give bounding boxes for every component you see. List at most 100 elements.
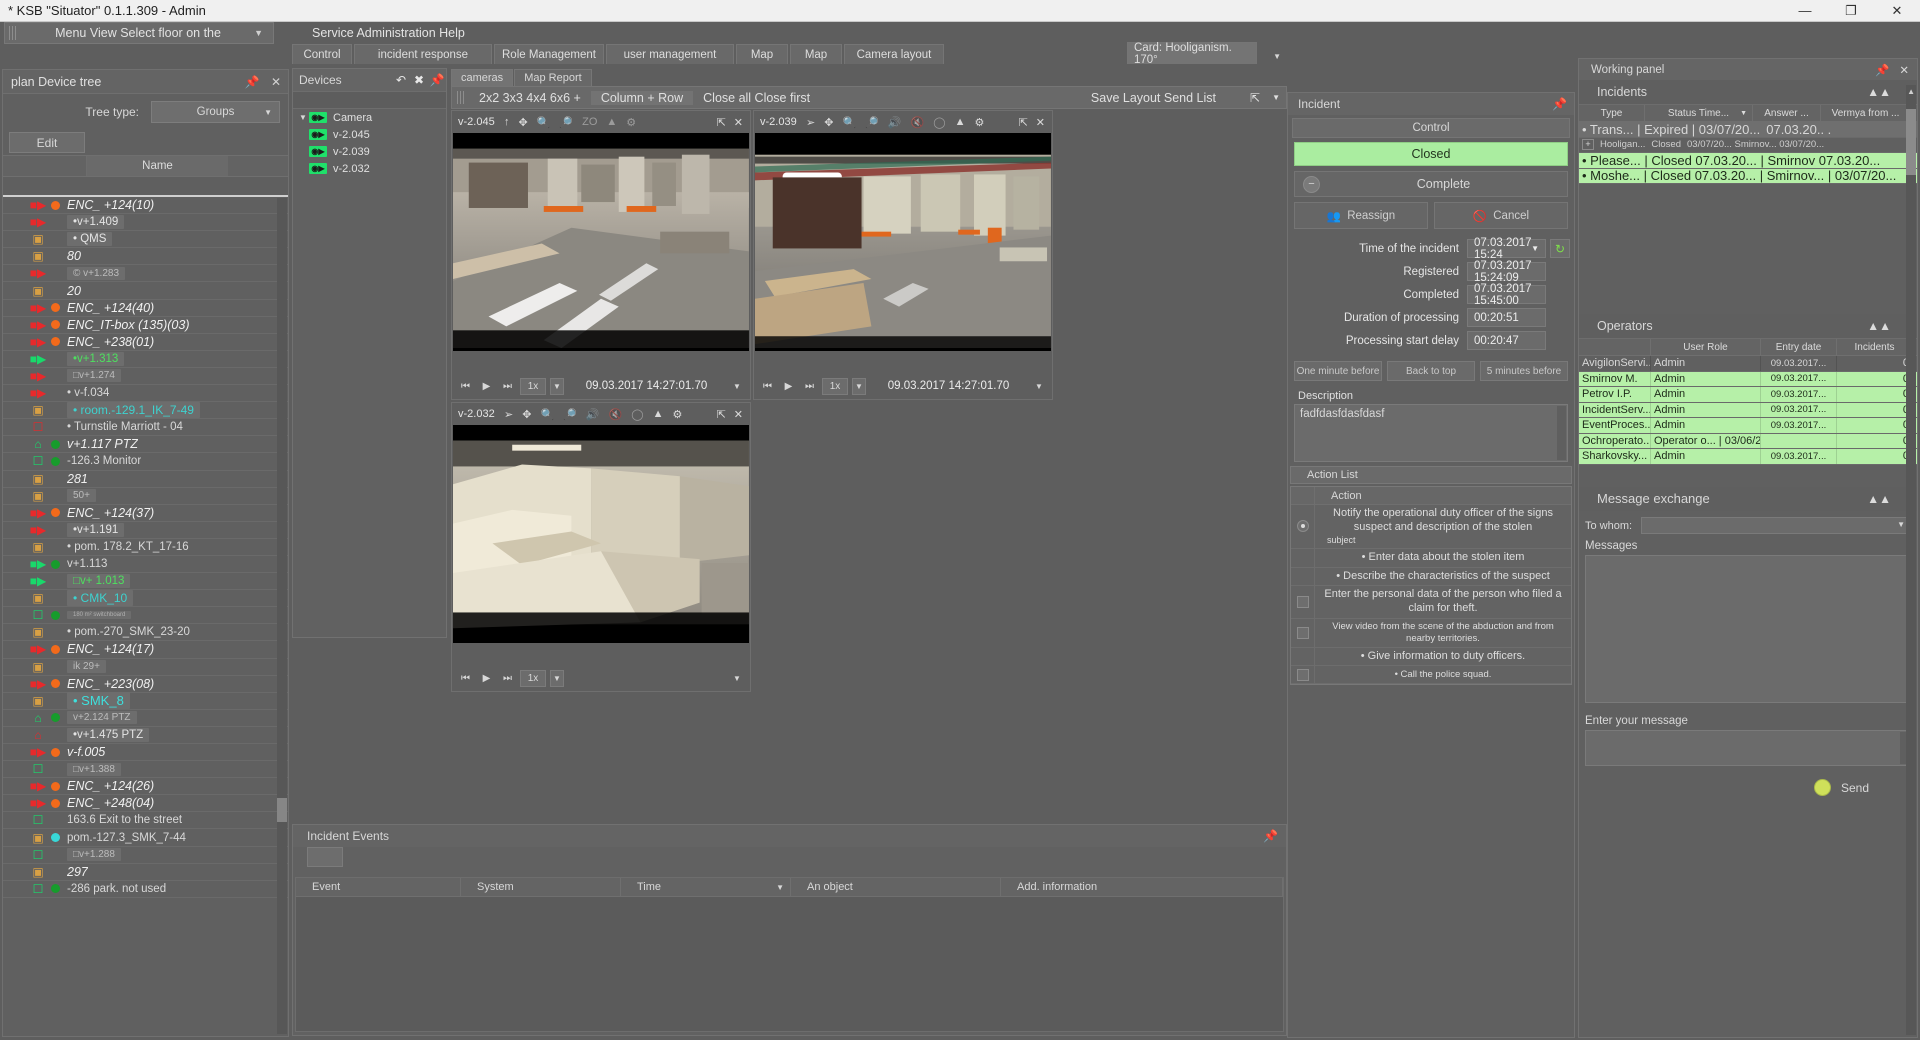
tree-row[interactable]: ■▶ENC_ +124(10) xyxy=(3,197,288,214)
chevron-down-icon[interactable]: ▼ xyxy=(550,670,564,687)
speaker-icon[interactable]: 🔊 xyxy=(586,408,600,421)
quick-time-button[interactable]: One minute before xyxy=(1294,361,1382,381)
skip-back-icon[interactable]: ⏮ xyxy=(759,378,776,395)
speed-value-3[interactable]: 1x xyxy=(520,670,546,687)
drag-grip-icon[interactable] xyxy=(9,26,18,40)
tree-row[interactable]: ▣• room.-129.1_IK_7-49 xyxy=(3,402,288,419)
tree-row[interactable]: ☐□v+1.388 xyxy=(3,761,288,778)
layout-presets-button[interactable]: 2x2 3x3 4x4 6x6 + xyxy=(469,91,591,105)
column-header[interactable]: Event xyxy=(296,878,461,896)
action-row[interactable]: Enter the personal data of the person wh… xyxy=(1291,586,1571,619)
expand-icon[interactable]: + xyxy=(1582,139,1594,150)
skip-forward-icon[interactable]: ⏭ xyxy=(499,378,516,395)
menu-left-group[interactable]: Menu View Select floor on the ▼ xyxy=(4,22,274,44)
tab-map[interactable]: Map xyxy=(736,44,788,64)
maximize-button[interactable]: ❐ xyxy=(1828,0,1874,22)
chevron-down-icon[interactable]: ▼ xyxy=(729,674,745,683)
drag-grip-icon[interactable] xyxy=(457,91,464,104)
column-header[interactable]: Answer ... xyxy=(1753,105,1821,121)
cursor-icon[interactable]: ➢ xyxy=(504,408,513,421)
tree-row[interactable]: ■▶ENC_ +223(08) xyxy=(3,676,288,693)
tree-row[interactable]: ■▶ENC_ +124(40) xyxy=(3,300,288,317)
tree-row[interactable]: ■▶ENC_ +124(26) xyxy=(3,778,288,795)
tree-row[interactable]: ▣80 xyxy=(3,248,288,265)
close-all-button[interactable]: Close all Close first xyxy=(693,91,820,105)
zo-label[interactable]: ZO xyxy=(582,116,597,128)
tree-row[interactable]: ■▶□v+1.274 xyxy=(3,368,288,385)
camera-tabbar[interactable]: camerasMap Report xyxy=(451,68,1287,86)
tab-map[interactable]: Map xyxy=(790,44,842,64)
devices-list[interactable]: ◉▶v-2.045◉▶v-2.039◉▶v-2.032 xyxy=(293,126,446,177)
tree-row[interactable]: ■▶• v-f.034 xyxy=(3,385,288,402)
operator-row[interactable]: Ochroperato...Operator o... | 03/06/2017… xyxy=(1579,434,1917,450)
incident-row[interactable]: • Please... | Closed 07.03.20... | Smirn… xyxy=(1579,153,1917,169)
edit-button[interactable]: Edit xyxy=(9,132,85,153)
column-header[interactable] xyxy=(1579,339,1651,355)
tree-row[interactable]: ▣281 xyxy=(3,471,288,488)
menu-left-label[interactable]: Menu View Select floor on the xyxy=(22,26,254,40)
move-icon[interactable]: ✥ xyxy=(519,116,528,129)
device-tree-list[interactable]: ■▶ENC_ +124(10)■▶•v+1.409▣• QMS▣80■▶© v+… xyxy=(3,197,288,1035)
column-row-button[interactable]: Column + Row xyxy=(591,91,693,105)
incident-quick-buttons[interactable]: One minute beforeBack to top5 minutes be… xyxy=(1294,361,1568,381)
messages-list[interactable] xyxy=(1585,555,1911,703)
save-layout-button[interactable]: Save Layout Send List xyxy=(1081,91,1226,105)
field-value[interactable]: 00:20:51 xyxy=(1467,308,1546,327)
speed-value-1[interactable]: 1x xyxy=(520,378,546,395)
video-cell-1[interactable]: v-2.045 ↑ ✥ 🔍 🔎 ZO ▲ ⚙ ⇱ ✕ xyxy=(451,110,751,400)
tree-row[interactable]: ■▶ENC_ +124(37) xyxy=(3,505,288,522)
action-list-rows[interactable]: Notify the operational duty officer of t… xyxy=(1291,505,1571,684)
quick-time-button[interactable]: Back to top xyxy=(1387,361,1475,381)
field-value[interactable]: 07.03.2017 15:24:09 xyxy=(1467,262,1546,281)
incident-row[interactable]: +Hooligan...Closed03/07/20... Smirnov...… xyxy=(1579,138,1917,154)
tree-row[interactable]: ☐-286 park. not used xyxy=(3,881,288,898)
tree-row[interactable]: ■▶© v+1.283 xyxy=(3,265,288,282)
video-frame-3[interactable] xyxy=(453,425,749,643)
skip-forward-icon[interactable]: ⏭ xyxy=(499,670,516,687)
tree-row[interactable]: ☐163.6 Exit to the street xyxy=(3,812,288,829)
tree-row[interactable]: ■▶ENC_ +248(04) xyxy=(3,795,288,812)
speed-value-2[interactable]: 1x xyxy=(822,378,848,395)
tree-scrollbar[interactable] xyxy=(277,198,287,1034)
expand-icon[interactable]: ⇱ xyxy=(717,408,734,421)
operators-table-header[interactable]: User RoleEntry dateIncidents xyxy=(1579,339,1917,356)
incidents-table-header[interactable]: TypeStatus Time...▼Answer ...Vermya from… xyxy=(1579,105,1917,122)
move-icon[interactable]: ✥ xyxy=(522,408,531,421)
expand-icon[interactable]: ⇱ xyxy=(1019,116,1036,129)
column-header[interactable]: Add. information xyxy=(1001,878,1283,896)
tree-row[interactable]: ▣pom.-127.3_SMK_7-44 xyxy=(3,829,288,846)
column-header[interactable]: Status Time...▼ xyxy=(1645,105,1753,121)
close-icon[interactable]: ✕ xyxy=(734,116,750,129)
menu-right-label[interactable]: Service Administration Help xyxy=(312,22,465,44)
action-checkbox-cell[interactable] xyxy=(1291,666,1315,683)
checkbox[interactable] xyxy=(1297,596,1309,608)
column-header[interactable]: Type xyxy=(1579,105,1645,121)
action-checkbox-cell[interactable] xyxy=(1291,549,1315,567)
operator-row[interactable]: AvigilonServi...Admin09.03.2017...0 xyxy=(1579,356,1917,372)
chevron-up-icon[interactable]: ▲▲ xyxy=(1867,319,1891,333)
operators-table-body[interactable]: AvigilonServi...Admin09.03.2017...0Smirn… xyxy=(1579,356,1917,465)
tree-row[interactable]: ■▶•v+1.191 xyxy=(3,522,288,539)
zoom-out-icon[interactable]: 🔎 xyxy=(559,116,573,129)
incident-events-filter-button[interactable] xyxy=(307,847,343,867)
speaker-icon[interactable]: 🔊 xyxy=(888,116,902,129)
operators-section-header[interactable]: Operators ▲▲ xyxy=(1579,314,1917,338)
operator-row[interactable]: Smirnov M.Admin09.03.2017...0 xyxy=(1579,372,1917,388)
tree-row[interactable]: ■▶□v+ 1.013 xyxy=(3,573,288,590)
action-checkbox-cell[interactable] xyxy=(1291,619,1315,647)
tree-row[interactable]: ⌂•v+1.475 PTZ xyxy=(3,727,288,744)
minus-circle-icon[interactable]: − xyxy=(1303,176,1320,193)
close-icon[interactable]: ✕ xyxy=(264,75,288,89)
warning-icon[interactable]: ▲ xyxy=(606,116,617,128)
operator-row[interactable]: Petrov I.P.Admin09.03.2017...0 xyxy=(1579,387,1917,403)
chevron-down-icon[interactable]: ▼ xyxy=(1272,93,1280,102)
tree-row[interactable]: ⌂v+1.117 PTZ xyxy=(3,436,288,453)
incidents-section-header[interactable]: Incidents ▲▲ xyxy=(1579,80,1917,104)
chevron-down-icon[interactable]: ▼ xyxy=(297,113,309,122)
incident-events-columns[interactable]: EventSystemTime▼An objectAdd. informatio… xyxy=(296,878,1283,897)
operators-table[interactable]: User RoleEntry dateIncidents AvigilonSer… xyxy=(1579,338,1917,465)
field-value[interactable]: 00:20:47 xyxy=(1467,331,1546,350)
record-icon[interactable]: ◯ xyxy=(631,408,643,421)
checkbox[interactable] xyxy=(1297,669,1309,681)
tree-row[interactable]: ☐-126.3 Monitor xyxy=(3,453,288,470)
